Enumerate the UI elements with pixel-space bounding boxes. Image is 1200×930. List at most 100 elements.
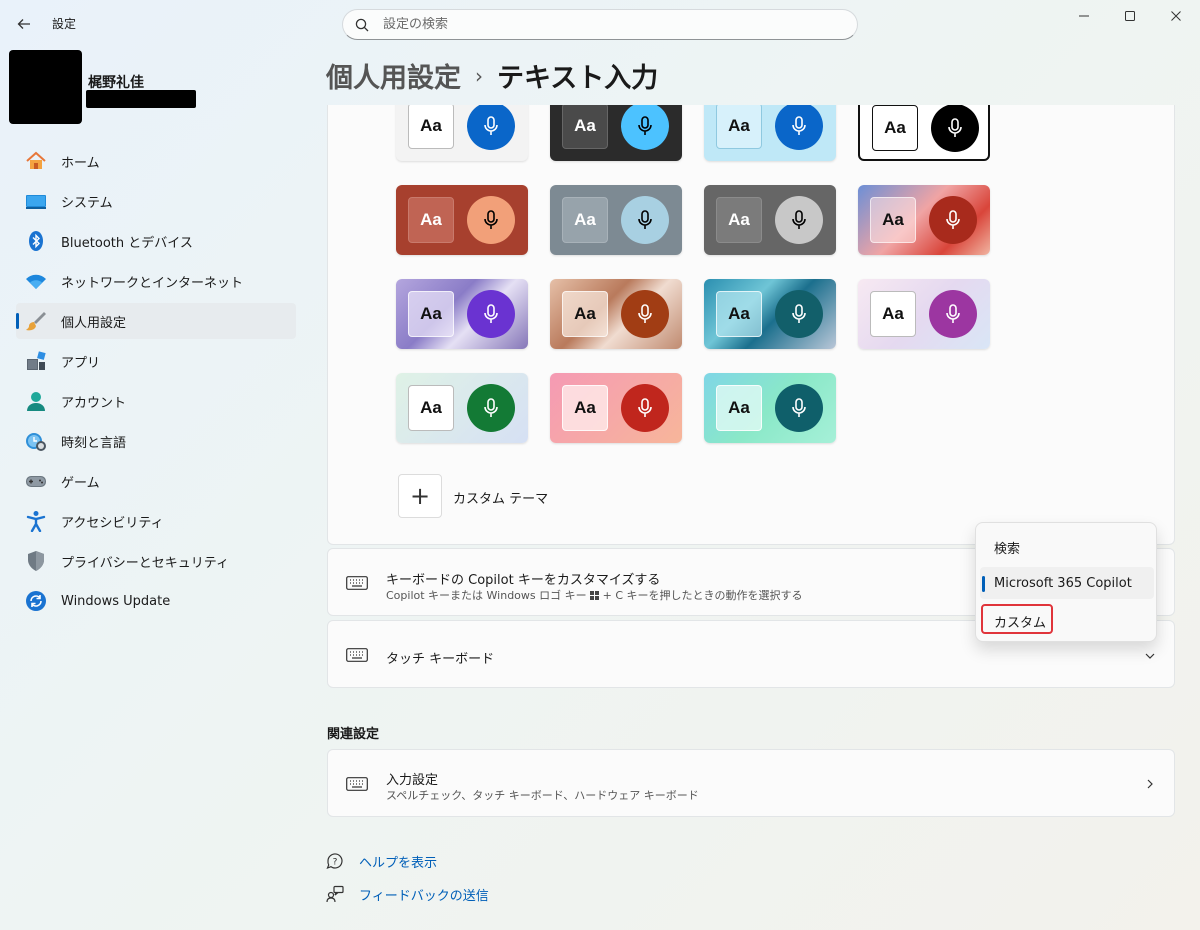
search-input[interactable] [383,17,823,32]
keyboard-icon [346,648,368,662]
dropdown-option-search[interactable]: 検索 [980,531,1154,563]
close-icon [1171,11,1181,21]
theme-swatch[interactable]: Aa [704,279,836,349]
copilot-key-subtitle: Copilot キーまたは Windows ロゴ キー + C キーを押したとき… [386,587,803,603]
back-arrow-icon [17,19,30,29]
custom-theme-add-button[interactable]: + [398,474,442,518]
user-name: 梶野礼佳 [88,75,144,91]
account-icon [24,389,48,413]
microphone-icon [929,290,977,338]
theme-font-preview: Aa [870,197,916,243]
theme-font-preview: Aa [562,291,608,337]
theme-swatch[interactable]: Aa [396,279,528,349]
microphone-icon [621,384,669,432]
dropdown-option-microsoft-365-copilot[interactable]: Microsoft 365 Copilot [980,567,1154,599]
sidebar-item-label: アクセシビリティ [61,515,164,531]
theme-swatch[interactable]: Aa [396,373,528,443]
theme-swatch[interactable]: Aa [550,105,682,161]
sidebar-item-label: アカウント [61,395,127,411]
plus-icon: + [409,482,431,510]
theme-swatch[interactable]: Aa [550,185,682,255]
theme-font-preview: Aa [716,197,762,243]
close-button[interactable] [1153,0,1199,32]
sidebar-item-label: プライバシーとセキュリティ [61,555,229,571]
theme-swatch[interactable]: Aa [704,373,836,443]
system-icon [24,189,48,213]
theme-swatch[interactable]: Aa [858,279,990,349]
minimize-button[interactable] [1061,0,1107,32]
chevron-right-icon [1147,779,1153,789]
feedback-icon [325,884,345,904]
breadcrumb-separator-icon: › [475,63,483,88]
app-title: 設定 [52,17,77,31]
copilot-key-subtitle-prefix: Copilot キーまたは Windows ロゴ キー [386,589,591,602]
theme-swatch[interactable]: Aa [704,185,836,255]
microphone-icon [621,290,669,338]
microphone-icon [621,105,669,150]
time-language-icon [24,429,48,453]
microphone-icon [775,105,823,150]
search-icon [355,18,369,31]
theme-font-preview: Aa [716,105,762,149]
svg-text:?: ? [333,858,338,868]
gamepad-icon [24,469,48,493]
breadcrumb: 個人用設定 › テキスト入力 [326,56,658,95]
user-email-redacted [86,90,196,108]
sidebar-nav: ホーム システム Bluetooth とデバイス ネットワークとインターネット … [16,143,296,623]
help-link[interactable]: ヘルプを表示 [359,852,437,871]
help-link-row: ? ヘルプを表示 [325,851,437,871]
sidebar-item-bluetooth[interactable]: Bluetooth とデバイス [16,223,296,259]
input-settings-subtitle: スペルチェック、タッチ キーボード、ハードウェア キーボード [386,789,699,802]
sidebar-item-label: システム [61,195,113,211]
sidebar-item-privacy[interactable]: プライバシーとセキュリティ [16,543,296,579]
theme-font-preview: Aa [408,385,454,431]
sidebar-item-label: Bluetooth とデバイス [61,235,193,251]
maximize-icon [1125,11,1135,21]
minimize-icon [1079,15,1089,17]
sidebar-item-home[interactable]: ホーム [16,143,296,179]
theme-font-preview: Aa [870,291,916,337]
sidebar-item-accessibility[interactable]: アクセシビリティ [16,503,296,539]
theme-font-preview: Aa [716,291,762,337]
sidebar-item-windows-update[interactable]: Windows Update [16,583,296,619]
search-box[interactable] [342,9,858,40]
sidebar-item-gaming[interactable]: ゲーム [16,463,296,499]
back-button[interactable] [8,8,40,40]
sidebar-item-network[interactable]: ネットワークとインターネット [16,263,296,299]
theme-font-preview: Aa [562,385,608,431]
theme-swatch[interactable]: Aa [858,105,990,161]
page-title: テキスト入力 [497,63,659,94]
maximize-button[interactable] [1107,0,1153,32]
theme-swatch[interactable]: Aa [396,185,528,255]
apps-icon [24,349,48,373]
theme-font-preview: Aa [408,105,454,149]
feedback-link[interactable]: フィードバックの送信 [359,885,489,904]
theme-swatch[interactable]: Aa [550,373,682,443]
theme-swatch[interactable]: Aa [396,105,528,161]
theme-swatch[interactable]: Aa [858,185,990,255]
microphone-icon [775,384,823,432]
breadcrumb-parent[interactable]: 個人用設定 [326,56,461,95]
sidebar-item-system[interactable]: システム [16,183,296,219]
sidebar-item-time-language[interactable]: 時刻と言語 [16,423,296,459]
sidebar-item-personalization[interactable]: 個人用設定 [16,303,296,339]
theme-swatch[interactable]: Aa [550,279,682,349]
keyboard-icon [346,777,368,791]
microphone-icon [775,290,823,338]
custom-theme-label[interactable]: カスタム テーマ [453,488,548,507]
input-settings-card[interactable]: 入力設定 スペルチェック、タッチ キーボード、ハードウェア キーボード [327,749,1175,817]
microphone-icon [931,105,979,152]
theme-font-preview: Aa [562,105,608,149]
sidebar-item-accounts[interactable]: アカウント [16,383,296,419]
theme-swatch[interactable]: Aa [704,105,836,161]
sidebar-item-apps[interactable]: アプリ [16,343,296,379]
help-icon: ? [325,851,345,871]
related-settings-heading: 関連設定 [327,727,380,742]
copilot-key-subtitle-suffix: + C キーを押したときの動作を選択する [599,589,803,602]
avatar[interactable] [9,50,82,124]
theme-font-preview: Aa [872,105,918,151]
custom-option-highlight-box [981,604,1053,634]
accessibility-icon [24,509,48,533]
theme-font-preview: Aa [408,197,454,243]
chevron-down-icon[interactable] [1144,650,1156,662]
